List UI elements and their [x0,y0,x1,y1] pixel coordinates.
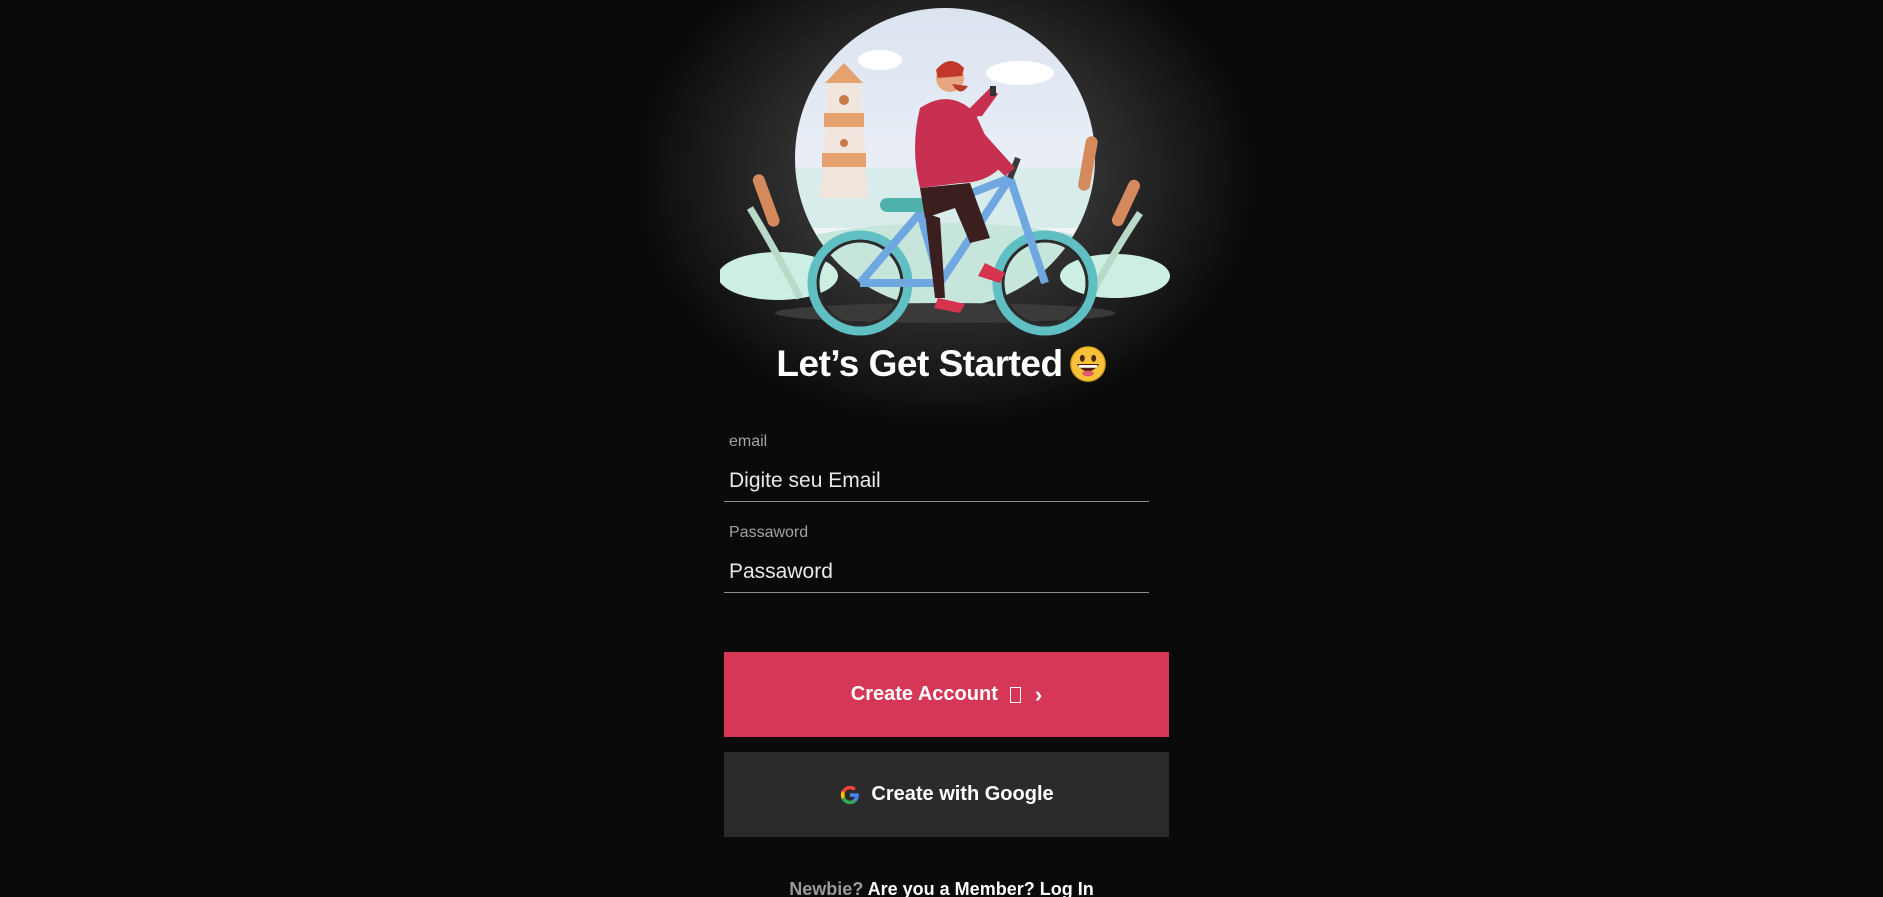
hero-illustration [720,8,1170,348]
password-input[interactable] [724,560,1149,593]
create-with-google-label: Create with Google [871,783,1054,805]
email-field-group: email [724,433,1149,502]
footer-login: Newbie? Are you a Member? Log In [0,879,1883,897]
page-title-text: Let’s Get Started [776,343,1063,384]
create-account-label: Create Account [850,683,998,705]
create-with-google-button[interactable]: Create with Google [724,752,1169,837]
email-input[interactable] [724,469,1149,502]
create-account-button[interactable]: Create Account › [724,652,1169,737]
page-title: Let’s Get Started [0,343,1883,385]
login-link[interactable]: Are you a Member? Log In [868,879,1094,897]
footer-prefix: Newbie? [789,879,864,897]
password-label: Passaword [729,524,809,541]
bicycle-illustration [720,8,1170,336]
chevron-right-icon: › [1034,681,1043,707]
password-field-group: Passaword [724,524,1149,593]
google-icon [841,785,860,804]
missing-glyph-icon [1009,686,1021,703]
email-label: email [729,433,768,450]
signup-page: Let’s Get Started email Passaword Create… [0,0,1883,897]
grinning-face-emoji [1069,346,1106,382]
